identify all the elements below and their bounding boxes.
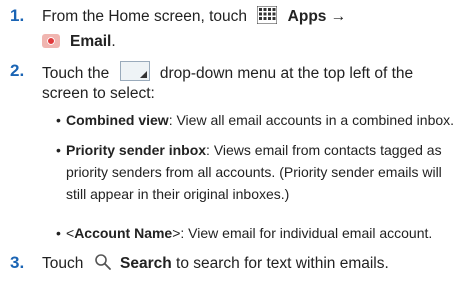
instructions-page: 1. From the Home screen, touch Apps → Em… [0,0,474,305]
bullet-1: • [56,112,61,128]
search-label: Search [120,255,172,272]
step-2-number: 2. [10,61,25,80]
step-2-text-b: drop-down menu at the top left of the [159,65,414,82]
option-priority-sender: Priority sender inbox: Views email from … [66,140,442,160]
option-priority-cont-2: still appear in their original inboxes.) [66,186,290,202]
step-1-period: . [111,33,116,50]
dropdown-menu-icon [119,61,150,81]
bullet-3: • [56,225,61,241]
step-2-line-2: screen to select: [42,85,155,102]
step-2-line-1: Touch the drop-down menu at the top left… [42,61,413,84]
search-icon [94,253,112,277]
option-priority-term: Priority sender inbox [66,142,207,158]
apps-label: Apps [287,8,327,25]
step-1-line-1: From the Home screen, touch Apps → [42,5,347,30]
step-3-text-b: to search for text within emails. [176,255,389,272]
option-account-name: <Account Name>: View email for individua… [66,223,432,243]
option-combined-term: Combined view [66,112,169,128]
step-3-number: 3. [10,253,25,272]
step-3-line: Touch Search to search for text within e… [42,253,389,277]
option-priority-desc: : Views email from contacts tagged as [206,142,442,158]
option-combined-view: Combined view: View all email accounts i… [66,110,454,130]
step-1-text: From the Home screen, touch [42,8,248,25]
step-1-number: 1. [10,6,25,25]
step-1-line-2: Email. [42,32,116,52]
apps-grid-icon [256,5,278,30]
bullet-2: • [56,142,61,158]
arrow-symbol: → [330,8,347,25]
option-priority-cont-1: priority senders from all accounts. (Pri… [66,164,442,180]
option-account-lt: < [66,225,75,241]
option-combined-desc: : View all email accounts in a combined … [168,112,455,128]
step-3-text-a: Touch [42,255,84,272]
email-app-icon [42,34,60,48]
step-2-text-a: Touch the [42,65,110,82]
option-account-term: Account Name [74,225,173,241]
option-account-desc: : View email for individual email accoun… [180,225,433,241]
email-label: Email [70,33,112,50]
